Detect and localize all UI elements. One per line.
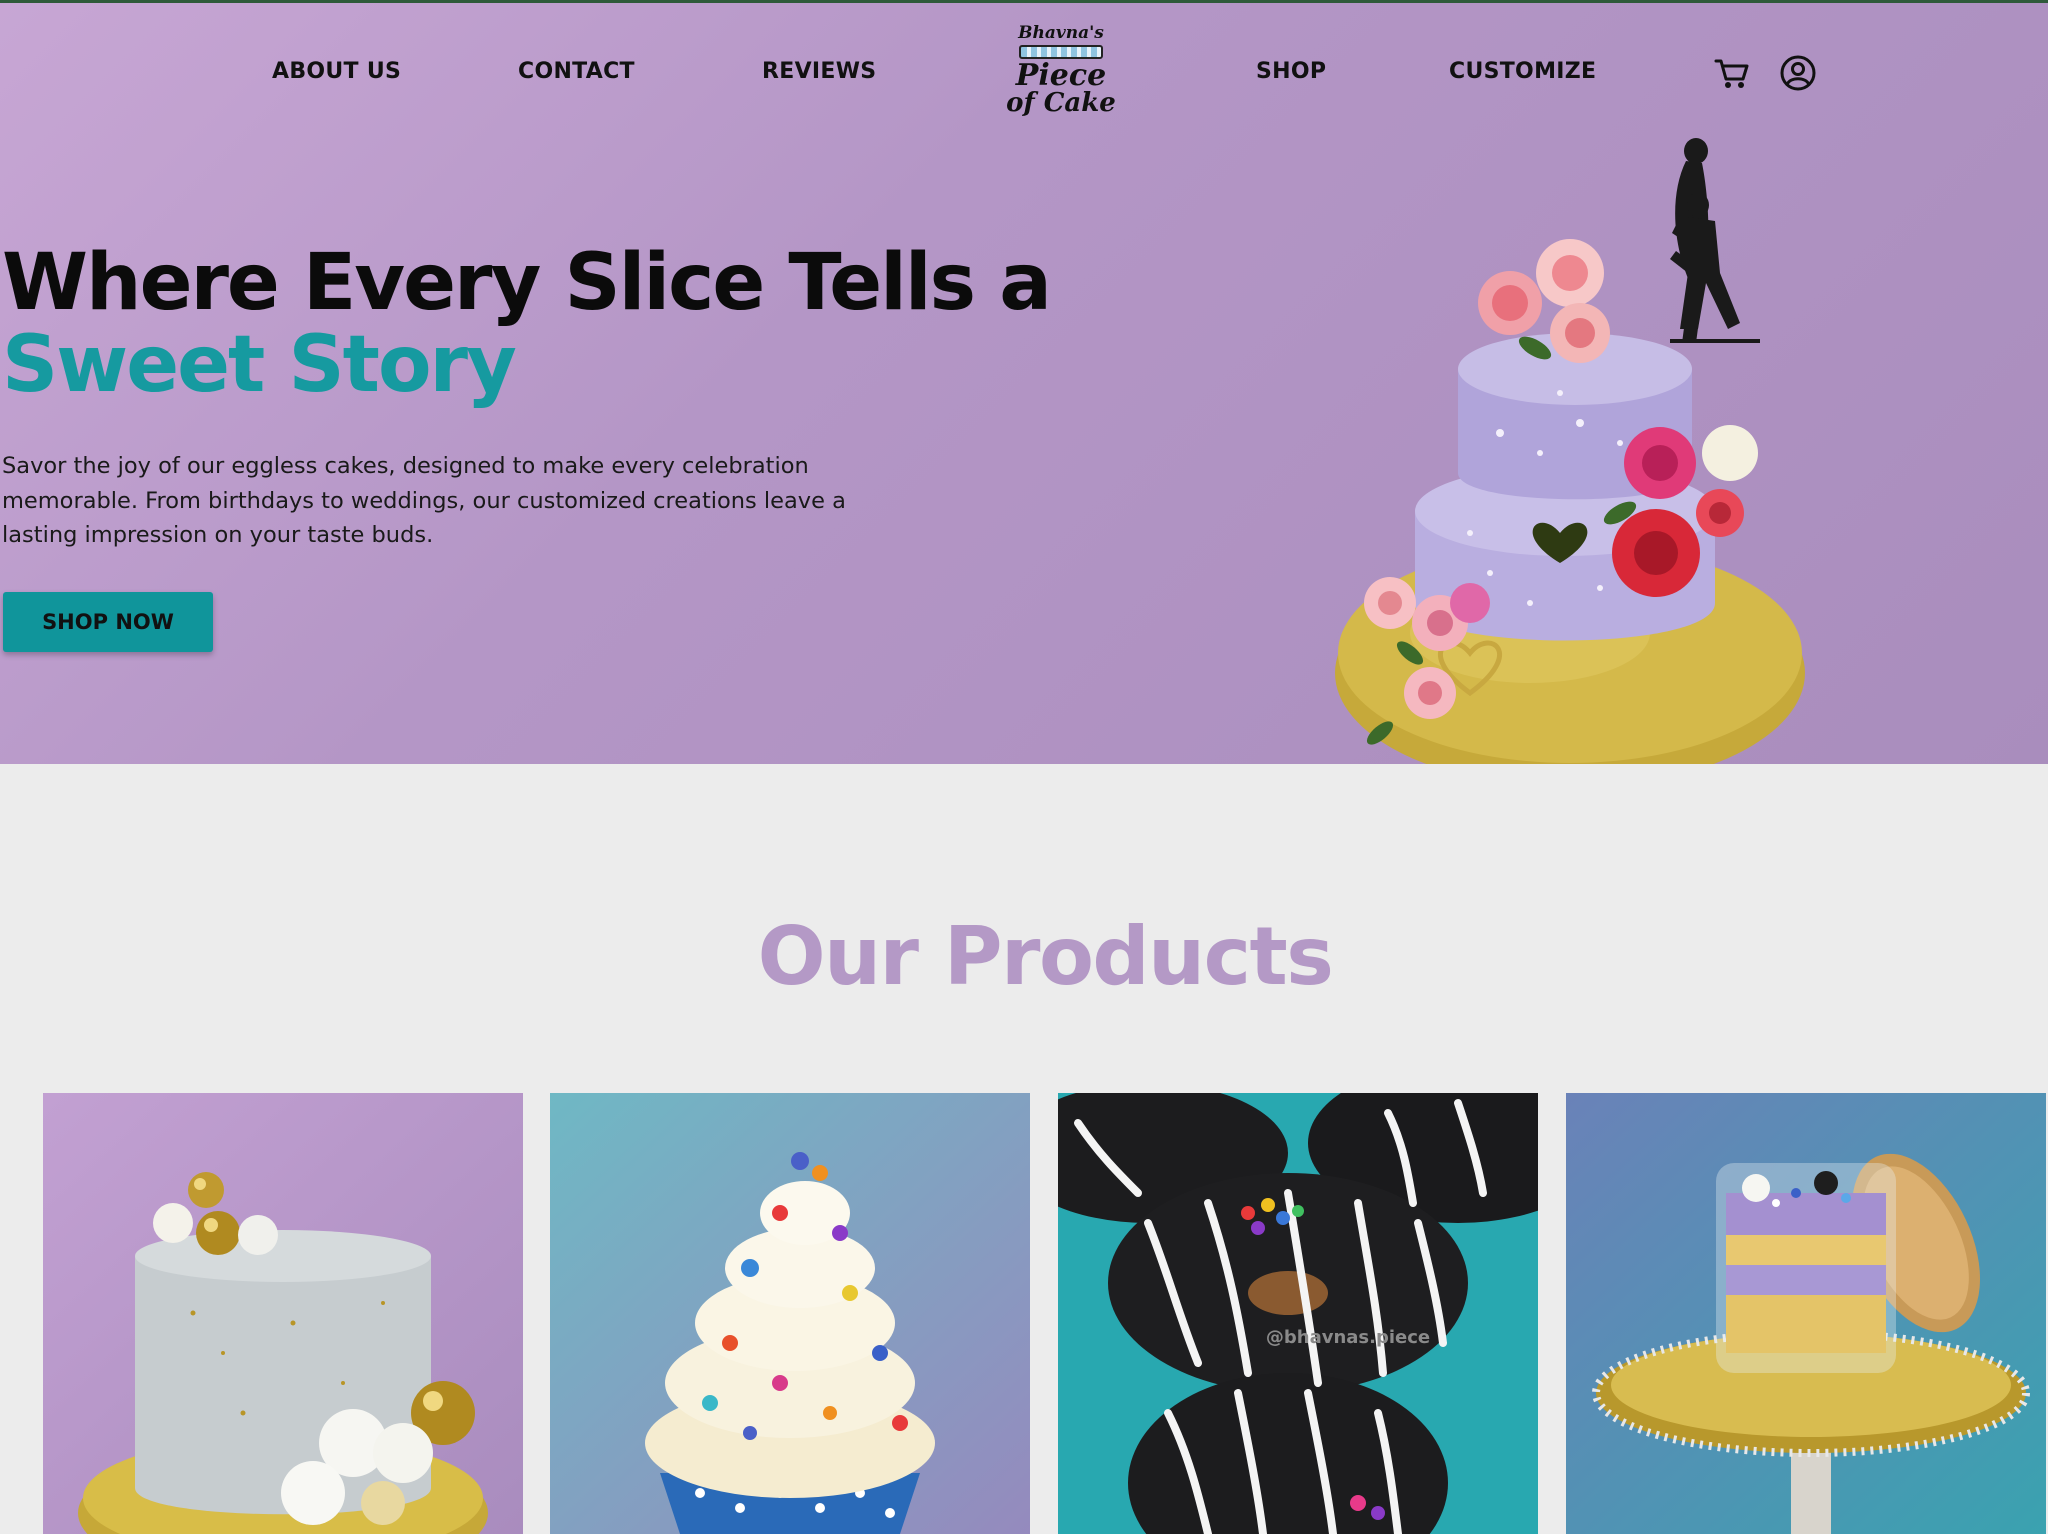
products-section-title: Our Products bbox=[757, 910, 1334, 1003]
gray-gold-cake-image bbox=[43, 1093, 523, 1534]
watermark-text: @bhavnas.piece bbox=[1266, 1327, 1430, 1348]
nav-link-about-us[interactable]: ABOUT US bbox=[272, 59, 401, 84]
product-card-gray-gold-cake[interactable] bbox=[43, 1093, 523, 1534]
logo-line-1: Bhavna's bbox=[1018, 23, 1104, 43]
hero-section: ABOUT US CONTACT REVIEWS Bhavna's Piece … bbox=[0, 0, 2048, 764]
product-card-cake-jar[interactable] bbox=[1566, 1093, 2046, 1534]
sprinkle-cupcake-image bbox=[550, 1093, 1030, 1534]
product-card-striped-donuts[interactable]: @bhavnas.piece bbox=[1058, 1093, 1538, 1534]
brand-logo[interactable]: Bhavna's Piece of Cake bbox=[1006, 23, 1116, 119]
nav-link-reviews[interactable]: REVIEWS bbox=[762, 59, 876, 84]
striped-donuts-image: @bhavnas.piece bbox=[1058, 1093, 1538, 1534]
cart-icon[interactable] bbox=[1712, 53, 1752, 93]
hero-description: Savor the joy of our eggless cakes, desi… bbox=[2, 453, 846, 548]
hero-headline-accent: Sweet Story bbox=[2, 320, 517, 410]
cake-jar-image bbox=[1566, 1093, 2046, 1534]
product-card-sprinkle-cupcake[interactable] bbox=[550, 1093, 1030, 1534]
nav-link-shop[interactable]: SHOP bbox=[1256, 59, 1326, 84]
user-account-icon[interactable] bbox=[1778, 53, 1818, 93]
nav-link-contact[interactable]: CONTACT bbox=[518, 59, 635, 84]
logo-line-2: Piece bbox=[1015, 58, 1107, 93]
nav-link-customize[interactable]: CUSTOMIZE bbox=[1449, 59, 1596, 84]
hero-headline: Where Every Slice Tells a bbox=[2, 238, 1052, 328]
logo-cake-band bbox=[1019, 45, 1103, 59]
shop-now-button[interactable]: SHOP NOW bbox=[3, 592, 213, 652]
logo-line-3: of Cake bbox=[1006, 88, 1116, 118]
main-navigation: ABOUT US CONTACT REVIEWS Bhavna's Piece … bbox=[0, 3, 2048, 143]
hero-cake-image bbox=[1320, 133, 1820, 764]
